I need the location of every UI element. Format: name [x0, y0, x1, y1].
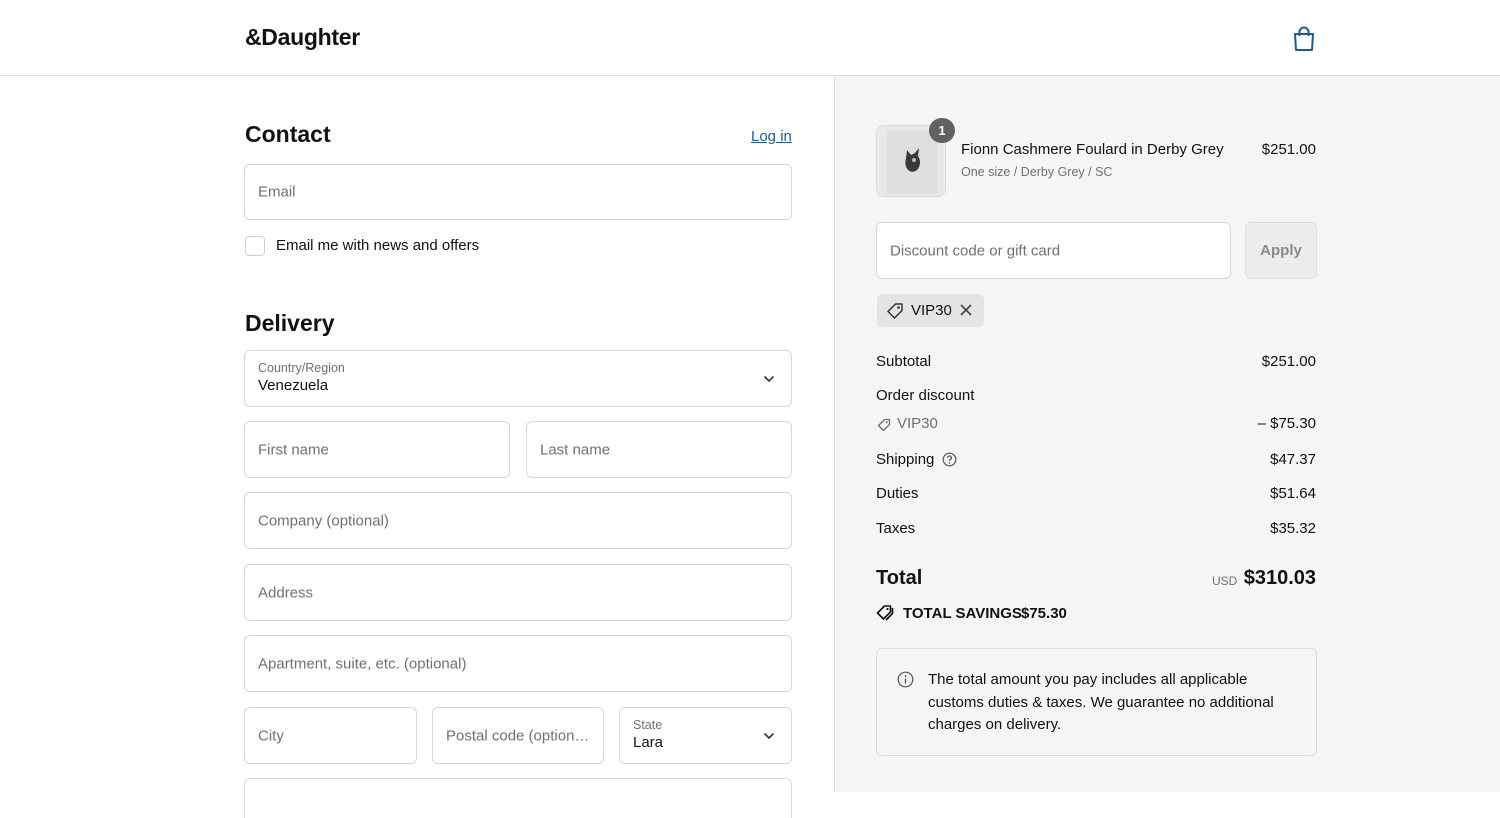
city-placeholder: City: [258, 727, 284, 744]
state-label: State: [633, 718, 663, 732]
delivery-heading: Delivery: [245, 310, 335, 336]
discount-code-input[interactable]: Discount code or gift card: [876, 222, 1231, 279]
newsletter-checkbox[interactable]: [245, 236, 265, 256]
country-label: Country/Region: [258, 361, 345, 375]
subtotal-value: $251.00: [1261, 353, 1316, 370]
city-field[interactable]: City: [244, 707, 417, 764]
discount-value: – $75.30: [1257, 415, 1316, 432]
discount-placeholder: Discount code or gift card: [890, 242, 1061, 259]
product-name: Fionn Cashmere Foulard in Derby Grey: [961, 141, 1224, 158]
applied-code: VIP30: [911, 302, 952, 319]
apply-discount-button[interactable]: Apply: [1245, 222, 1317, 279]
country-select[interactable]: Country/Region Venezuela: [244, 350, 792, 407]
duties-value: $51.64: [1270, 485, 1316, 502]
quantity-badge: 1: [929, 118, 955, 143]
order-discount-label: Order discount: [876, 387, 975, 404]
address-placeholder: Address: [258, 584, 314, 601]
duties-info-box: The total amount you pay includes all ap…: [876, 648, 1317, 756]
apartment-field[interactable]: Apartment, suite, etc. (optional): [244, 635, 792, 692]
tag-icon: [877, 418, 891, 432]
checkout-header: &Daughter: [0, 0, 1500, 76]
help-circle-icon[interactable]: [942, 452, 957, 467]
last-name-placeholder: Last name: [540, 441, 611, 458]
company-field[interactable]: Company (optional): [244, 492, 792, 549]
total-label: Total: [876, 567, 923, 589]
product-image: [905, 148, 920, 172]
postal-code-field[interactable]: Postal code (option…: [432, 707, 604, 764]
close-icon[interactable]: [959, 303, 973, 317]
email-field[interactable]: Email: [244, 164, 792, 220]
shipping-value: $47.37: [1270, 451, 1316, 468]
state-select[interactable]: State Lara: [619, 707, 792, 764]
store-logo[interactable]: &Daughter: [245, 24, 360, 51]
tag-icon: [887, 303, 903, 319]
savings-tag-icon: [876, 605, 894, 621]
first-name-field[interactable]: First name: [244, 421, 510, 478]
state-value: Lara: [633, 734, 664, 751]
subtotal-label: Subtotal: [876, 353, 932, 370]
newsletter-label[interactable]: Email me with news and offers: [276, 237, 479, 254]
taxes-label: Taxes: [876, 520, 916, 537]
chevron-down-icon: [763, 375, 775, 382]
discount-code-label: VIP30: [897, 415, 938, 432]
postal-code-placeholder: Postal code (option…: [446, 727, 590, 744]
info-icon: [897, 671, 914, 688]
product-price: $251.00: [1261, 141, 1316, 158]
apartment-placeholder: Apartment, suite, etc. (optional): [258, 655, 467, 672]
duties-label: Duties: [876, 485, 919, 502]
login-link[interactable]: Log in: [751, 128, 792, 145]
country-value: Venezuela: [258, 377, 329, 394]
shopping-bag-icon[interactable]: [1291, 25, 1317, 53]
total-value: $310.03: [1243, 567, 1316, 589]
first-name-placeholder: First name: [258, 441, 329, 458]
phone-field[interactable]: [244, 778, 792, 818]
product-variant: One size / Derby Grey / SC: [961, 165, 1113, 179]
company-placeholder: Company (optional): [258, 512, 389, 529]
address-field[interactable]: Address: [244, 564, 792, 621]
taxes-value: $35.32: [1270, 520, 1316, 537]
total-currency: USD: [1212, 574, 1238, 588]
total-savings-label: TOTAL SAVINGS: [903, 605, 1022, 622]
shipping-label: Shipping: [876, 451, 935, 468]
applied-discount-chip: VIP30: [877, 294, 984, 327]
email-placeholder: Email: [258, 183, 296, 201]
total-savings-value: $75.30: [1021, 605, 1067, 622]
chevron-down-icon: [763, 732, 775, 739]
last-name-field[interactable]: Last name: [526, 421, 792, 478]
duties-info-text: The total amount you pay includes all ap…: [928, 671, 1274, 733]
contact-heading: Contact: [245, 121, 331, 147]
